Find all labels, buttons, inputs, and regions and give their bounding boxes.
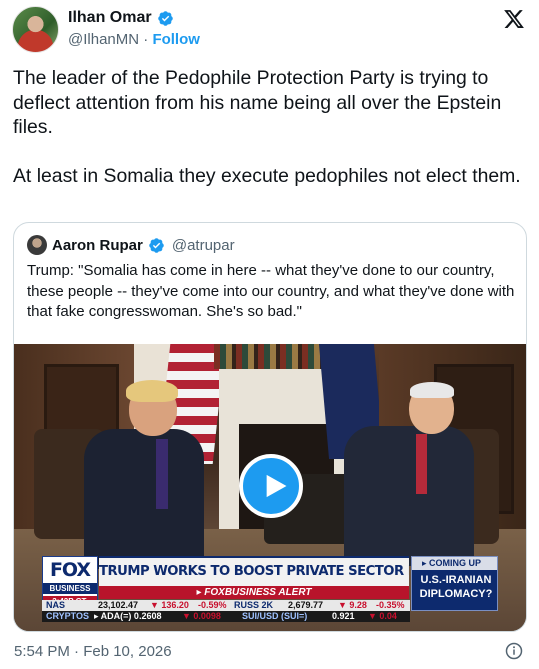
author-name-row: Ilhan Omar — [68, 9, 174, 27]
quoted-author-handle: @atrupar — [171, 236, 235, 254]
chyron-alert: ▸ FOXBUSINESS ALERT — [99, 586, 409, 599]
ticker-value: 23,102.47 — [98, 600, 139, 610]
ticker-label: CRYPTOS — [46, 611, 90, 621]
ticker-label: NAS — [46, 600, 66, 610]
quoted-text: Trump: "Somalia has come in here -- what… — [27, 262, 515, 320]
video-person-right — [314, 382, 474, 566]
ticker-value: 2,679.77 — [288, 600, 324, 610]
ticker-change: ▼ 9.28 — [338, 600, 367, 610]
author-handle-row: @IlhanMN · Follow — [68, 31, 200, 48]
play-button[interactable] — [239, 454, 303, 518]
play-icon — [266, 474, 287, 498]
coming-up-label: ▸ COMING UP — [412, 557, 497, 570]
author-avatar[interactable] — [12, 6, 59, 53]
author-handle[interactable]: @IlhanMN — [68, 31, 139, 48]
tweet-timestamp[interactable]: 5:54 PM · Feb 10, 2026 — [14, 643, 172, 660]
network-sub: BUSINESS — [43, 583, 97, 594]
author-display-name[interactable]: Ilhan Omar — [68, 9, 152, 27]
coming-up-text: U.S.-IRANIAN DIPLOMACY? — [419, 574, 493, 600]
ticker-pct: -0.35% — [376, 600, 405, 610]
verified-badge-icon — [157, 10, 173, 26]
video-player[interactable]: FOX BUSINESS ▸ 3:42P CT TRUMP WORKS TO B… — [14, 344, 526, 631]
coming-up-box: ▸ COMING UP U.S.-IRANIAN DIPLOMACY? — [411, 556, 498, 611]
x-logo-icon[interactable] — [503, 8, 525, 30]
ticker-label: RUSS 2K — [234, 600, 274, 610]
quoted-author-avatar — [27, 235, 47, 255]
quoted-author-name: Aaron Rupar — [52, 236, 143, 254]
ticker-value: ▸ ADA(=) 0.2608 — [94, 611, 162, 621]
ticker-pct: -0.59% — [198, 600, 227, 610]
chyron-headline: TRUMP WORKS TO BOOST PRIVATE SECTOR IN S… — [99, 556, 409, 586]
ticker-change: ▼ 0.0098 — [182, 611, 221, 621]
tweet-header: Ilhan Omar @IlhanMN · Follow — [12, 6, 527, 54]
quoted-verified-badge-icon — [149, 237, 164, 253]
quoted-tweet[interactable]: Aaron Rupar @atrupar Trump: "Somalia has… — [13, 222, 527, 632]
video-person-left — [84, 380, 214, 569]
ticker-change: ▼ 0.04 — [368, 611, 397, 621]
network-name: FOX — [49, 559, 91, 581]
ticker-label: SUI/USD (SUI=) — [242, 611, 308, 621]
news-chyron: FOX BUSINESS ▸ 3:42P CT TRUMP WORKS TO B… — [42, 556, 498, 624]
ticker-change: ▼ 136.20 — [150, 600, 189, 610]
ticker-row-1: NAS 23,102.47 ▼ 136.20 -0.59% RUSS 2K 2,… — [42, 600, 410, 611]
ticker-value: 0.921 — [332, 611, 355, 621]
follow-button[interactable]: Follow — [152, 31, 200, 48]
quoted-header: Aaron Rupar @atrupar — [27, 235, 235, 255]
tweet-text: The leader of the Pedophile Protection P… — [13, 67, 521, 188]
ticker-row-2: CRYPTOS ▸ ADA(=) 0.2608 ▼ 0.0098 SUI/USD… — [42, 611, 410, 622]
handle-separator: · — [143, 31, 149, 48]
info-icon[interactable] — [505, 642, 523, 660]
